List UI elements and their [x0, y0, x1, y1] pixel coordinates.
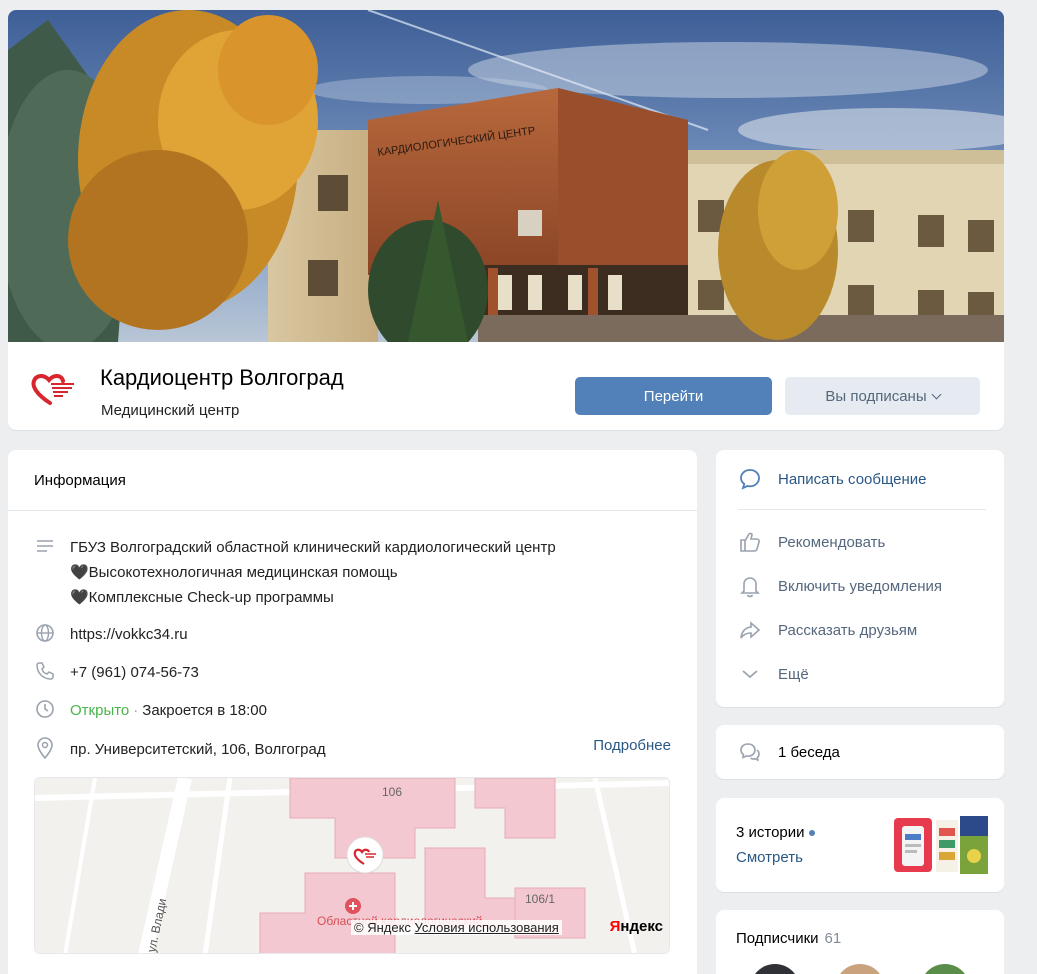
divider	[738, 509, 986, 510]
location-pin-icon	[34, 737, 56, 759]
share-icon	[738, 618, 762, 642]
notifications-label: Включить уведомления	[778, 577, 943, 595]
group-category: Медицинский центр	[101, 402, 240, 419]
phone-row: +7 (961) 074-56-73	[34, 660, 199, 685]
avatar[interactable]	[920, 964, 970, 974]
stories-card: 3 истории Смотреть	[716, 798, 1004, 892]
map-label-106: 106	[382, 785, 402, 799]
text-lines-icon	[34, 535, 56, 557]
address-row: пр. Университетский, 106, Волгоград	[34, 737, 326, 762]
thumb-up-icon	[738, 530, 762, 554]
write-message-button[interactable]: Написать сообщение	[716, 457, 1004, 501]
go-button[interactable]: Перейти	[575, 377, 772, 415]
recommend-button[interactable]: Рекомендовать	[716, 520, 1004, 564]
location-map[interactable]: 106 106/1 ул. Влади Областной кардиологи…	[34, 777, 670, 954]
share-button[interactable]: Рассказать друзьям	[716, 608, 1004, 652]
more-actions-button[interactable]: Ещё	[716, 652, 1004, 696]
description-line: 🖤Высокотехнологичная медицинская помощь	[70, 564, 398, 581]
subscribers-card: Подписчики 61	[716, 910, 1004, 974]
subscribers-count: 61	[824, 930, 842, 947]
actions-card: Написать сообщение Рекомендовать Включит…	[716, 450, 1004, 707]
hours-row: Открыто · Закроется в 18:00	[34, 698, 267, 723]
map-terms-link[interactable]: Условия использования	[415, 920, 559, 935]
heart-logo-icon[interactable]	[30, 372, 76, 406]
stories-preview[interactable]	[894, 816, 990, 874]
closing-time: Закроется в 18:00	[142, 702, 267, 719]
notifications-button[interactable]: Включить уведомления	[716, 564, 1004, 608]
write-message-label: Написать сообщение	[778, 470, 927, 488]
clock-icon	[34, 698, 56, 720]
stories-count: 3 истории	[736, 824, 815, 841]
recommend-label: Рекомендовать	[778, 533, 886, 551]
more-actions-label: Ещё	[778, 665, 809, 683]
description-line: 🖤Комплексные Check-up программы	[70, 589, 334, 606]
globe-icon	[34, 622, 56, 644]
group-name: Кардиоцентр Волгоград	[100, 365, 344, 390]
yandex-logo[interactable]: Яндекс	[610, 918, 663, 935]
description-line: ГБУЗ Волгоградский областной клинический…	[70, 539, 556, 556]
info-title: Информация	[8, 450, 697, 511]
avatar[interactable]	[835, 964, 885, 974]
message-icon	[738, 467, 762, 491]
cover-image: КАРДИОЛОГИЧЕСКИЙ ЦЕНТР	[8, 10, 1004, 342]
new-indicator-dot	[808, 830, 815, 837]
avatar[interactable]	[750, 964, 800, 974]
bell-icon	[738, 574, 762, 598]
map-label-106-1: 106/1	[525, 892, 555, 906]
chats-count: 1 беседа	[778, 743, 840, 761]
subscribers-title[interactable]: Подписчики 61	[736, 930, 841, 947]
chevron-down-icon	[931, 389, 942, 399]
chats-link[interactable]: 1 беседа	[716, 730, 1004, 774]
address-link[interactable]: пр. Университетский, 106, Волгоград	[70, 737, 326, 762]
website-link[interactable]: https://vokkc34.ru	[70, 622, 188, 647]
chevron-down-icon	[738, 662, 762, 686]
subscribed-label: Вы подписаны	[825, 387, 927, 405]
phone-link[interactable]: +7 (961) 074-56-73	[70, 660, 199, 685]
subscribed-button[interactable]: Вы подписаны	[785, 377, 980, 415]
chat-bubbles-icon	[738, 740, 762, 764]
share-label: Рассказать друзьям	[778, 621, 918, 639]
map-copyright: © Яндекс Условия использования	[351, 920, 562, 935]
more-details-link[interactable]: Подробнее	[593, 737, 671, 754]
info-card: Информация ГБУЗ Волгоградский областной …	[8, 450, 697, 974]
open-status: Открыто	[70, 702, 130, 719]
chats-card[interactable]: 1 беседа	[716, 725, 1004, 779]
group-profile: Кардиоцентр Волгоград Медицинский центр …	[8, 342, 1004, 430]
description-row: ГБУЗ Волгоградский областной клинический…	[34, 535, 556, 610]
watch-stories-link[interactable]: Смотреть	[736, 849, 803, 866]
website-row: https://vokkc34.ru	[34, 622, 188, 647]
phone-icon	[34, 660, 56, 682]
group-header-card: КАРДИОЛОГИЧЕСКИЙ ЦЕНТР Кардиоцентр Волго…	[8, 10, 1004, 430]
